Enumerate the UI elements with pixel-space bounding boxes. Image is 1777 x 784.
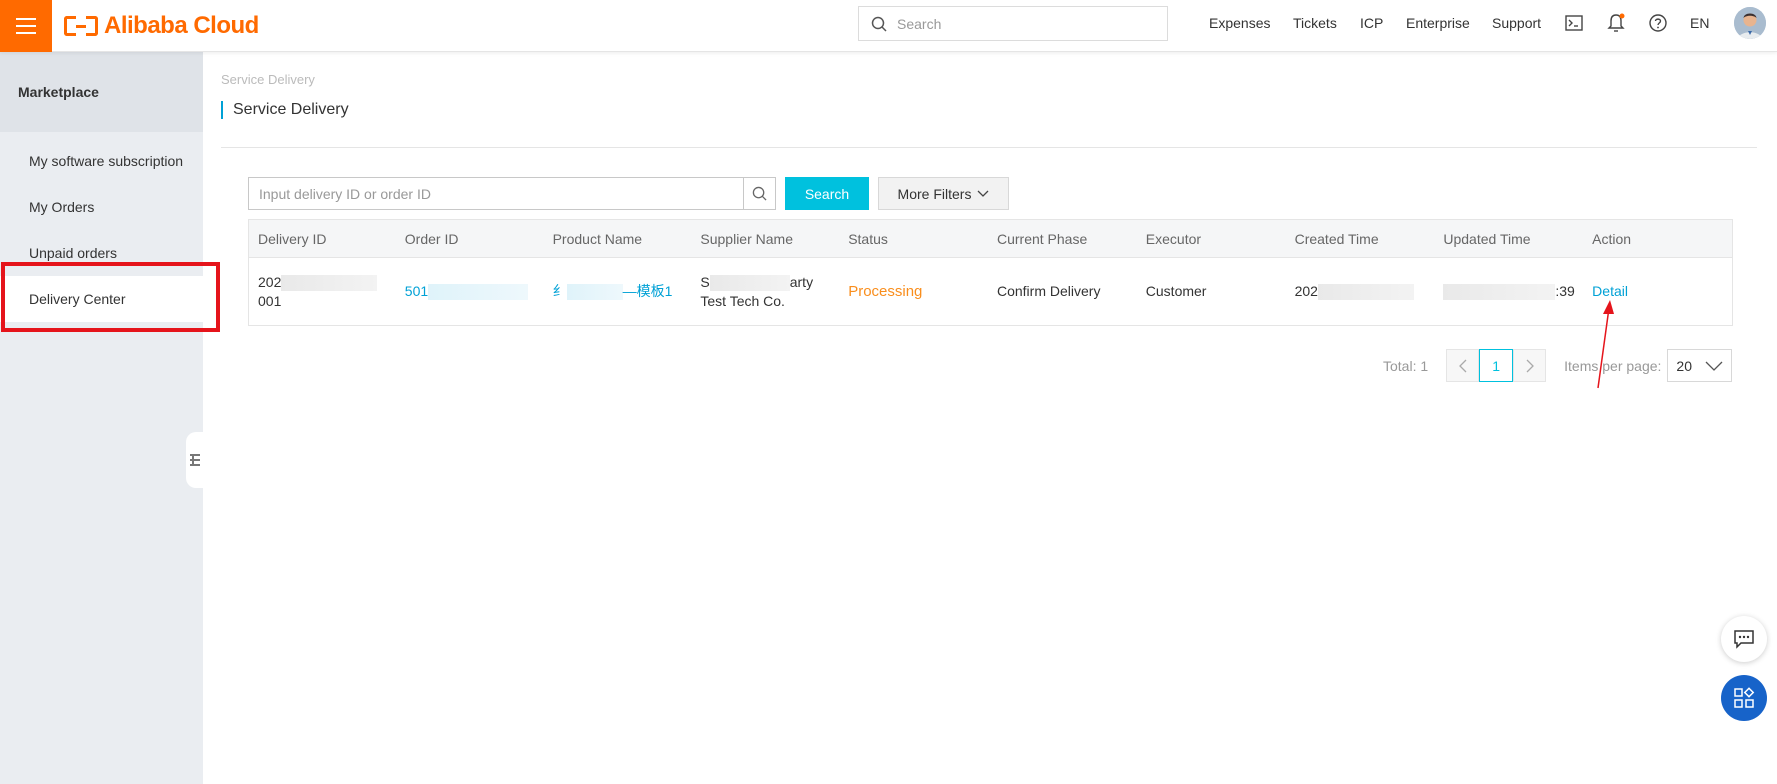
global-search-input[interactable] <box>897 15 1157 32</box>
table-row: 202 001 501 纟 —模板1 Sarty Test Tech Co. Pr… <box>249 258 1732 325</box>
more-filters-label: More Filters <box>897 185 972 202</box>
column-header: Current Phase <box>996 230 1088 247</box>
search-icon[interactable] <box>743 178 775 209</box>
breadcrumb[interactable]: Service Delivery <box>221 72 315 87</box>
collapse-icon <box>190 454 200 466</box>
delivery-table: Delivery ID Order ID Product Name Suppli… <box>248 219 1733 326</box>
menu-icon-bar <box>16 25 36 27</box>
bell-icon[interactable] <box>1605 12 1627 34</box>
alibaba-cloud-logo[interactable]: Alibaba Cloud <box>64 10 259 42</box>
status-badge: Processing <box>848 283 923 300</box>
current-phase-cell: Confirm Delivery <box>996 283 1101 299</box>
page-size-select[interactable]: 20 <box>1667 349 1733 382</box>
help-icon[interactable] <box>1647 12 1669 34</box>
executor-cell: Customer <box>1145 283 1207 299</box>
column-header: Supplier Name <box>700 230 793 247</box>
delivery-search-input[interactable] <box>249 178 743 209</box>
product-name-cell: 纟 —模板1 <box>544 282 692 301</box>
hamburger-menu-button[interactable] <box>0 0 52 52</box>
terminal-icon[interactable] <box>1563 12 1585 34</box>
redaction-mask <box>1443 284 1556 301</box>
sidebar-title: Marketplace <box>0 52 203 132</box>
search-button[interactable]: Search <box>785 177 869 210</box>
product-name-part: —模板1 <box>622 283 673 299</box>
sidebar-item-unpaid-orders[interactable]: Unpaid orders <box>0 230 203 276</box>
supplier-name-part: Test Tech Co. <box>700 292 785 309</box>
nav-icp[interactable]: ICP <box>1360 15 1383 31</box>
next-page-button[interactable] <box>1513 349 1547 382</box>
table-header: Delivery ID Order ID Product Name Suppli… <box>249 220 1732 258</box>
page-number-button[interactable]: 1 <box>1479 349 1514 382</box>
more-filters-button[interactable]: More Filters <box>878 177 1009 210</box>
updated-time-part: :39 <box>1555 283 1575 299</box>
created-time-part: 202 <box>1294 283 1318 299</box>
language-switch[interactable]: EN <box>1690 15 1709 31</box>
apps-icon <box>1734 687 1755 708</box>
status-cell: Processing <box>839 282 988 301</box>
column-header: Delivery ID <box>258 230 327 247</box>
product-name-part: 纟 <box>552 283 567 299</box>
detail-link[interactable]: Detail <box>1592 283 1628 299</box>
column-header: Action <box>1592 230 1632 247</box>
delivery-id-part: 001 <box>258 292 282 309</box>
delivery-id-part: 202 <box>258 273 282 290</box>
sidebar-collapse-handle[interactable] <box>186 432 204 488</box>
updated-time-cell: :39 <box>1434 282 1583 301</box>
supplier-name-part: arty <box>789 273 814 290</box>
main-content: Service Delivery Service Delivery Search… <box>203 52 1777 784</box>
user-avatar[interactable] <box>1734 7 1766 39</box>
apps-float-button[interactable] <box>1721 675 1767 721</box>
redaction-mask <box>566 284 623 301</box>
order-id-link[interactable]: 501 <box>405 283 428 299</box>
product-name-link[interactable]: 纟 —模板1 <box>552 283 673 301</box>
column-header: Updated Time <box>1443 230 1531 247</box>
nav-tickets[interactable]: Tickets <box>1293 15 1337 31</box>
redaction-mask <box>281 274 378 291</box>
divider <box>221 147 1757 148</box>
supplier-name-cell: Sarty Test Tech Co. <box>691 273 839 311</box>
sidebar-item-my-orders[interactable]: My Orders <box>0 184 203 230</box>
column-header: Created Time <box>1294 230 1379 247</box>
created-time-cell: 202 <box>1286 282 1435 301</box>
chevron-left-icon <box>1458 359 1467 372</box>
prev-page-button[interactable] <box>1446 349 1480 382</box>
page-size-value: 20 <box>1676 357 1692 374</box>
sidebar-item-software-subscription[interactable]: My software subscription <box>0 138 203 184</box>
items-per-page-label: Items per page: <box>1564 357 1662 374</box>
column-header: Order ID <box>404 230 459 247</box>
column-header: Executor <box>1145 230 1202 247</box>
redaction-mask <box>1317 284 1414 301</box>
column-header: Product Name <box>552 230 643 247</box>
chevron-down-icon <box>977 190 989 197</box>
delivery-search-box[interactable] <box>248 177 776 210</box>
supplier-name-part: S <box>700 273 710 290</box>
sidebar: Marketplace My software subscription My … <box>0 52 203 784</box>
search-icon <box>871 16 887 32</box>
global-search-box[interactable] <box>858 6 1168 41</box>
logo-mark-icon <box>64 16 98 36</box>
column-header: Status <box>848 230 888 247</box>
logo-text: Alibaba Cloud <box>104 12 259 39</box>
menu-icon-bar <box>16 32 36 34</box>
redaction-mask <box>428 284 529 301</box>
pagination: Total: 1 1 Items per page: 20 <box>1383 349 1733 382</box>
chat-float-button[interactable] <box>1721 616 1767 662</box>
chevron-down-icon <box>1705 361 1723 371</box>
action-cell: Detail <box>1583 282 1732 301</box>
top-bar: Alibaba Cloud Expenses Tickets ICP Enter… <box>0 0 1777 52</box>
delivery-id-cell: 202 001 <box>249 273 396 311</box>
nav-expenses[interactable]: Expenses <box>1209 15 1270 31</box>
order-id-cell: 501 <box>396 282 544 301</box>
chat-icon <box>1734 630 1754 649</box>
chevron-right-icon <box>1526 359 1534 372</box>
total-count: Total: 1 <box>1383 357 1429 374</box>
filter-row: Search More Filters <box>248 177 1009 210</box>
nav-support[interactable]: Support <box>1492 15 1541 31</box>
page-title: Service Delivery <box>221 101 349 119</box>
redaction-mask <box>709 274 790 291</box>
sidebar-item-delivery-center[interactable]: Delivery Center <box>0 276 203 322</box>
menu-icon-bar <box>16 18 36 20</box>
nav-enterprise[interactable]: Enterprise <box>1406 15 1470 31</box>
